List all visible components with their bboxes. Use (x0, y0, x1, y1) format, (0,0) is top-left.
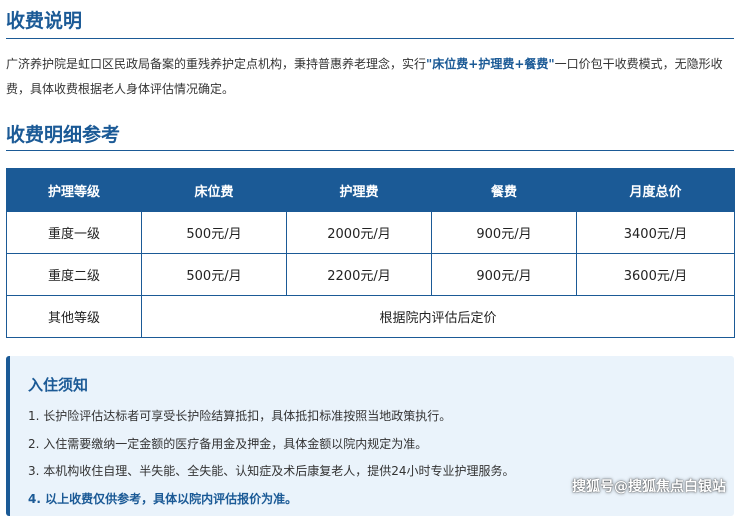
cell-care-level: 重度二级 (7, 254, 142, 296)
section-divider (6, 150, 734, 151)
section-title-fee-description: 收费说明 (6, 6, 82, 33)
header-bed-fee: 床位费 (142, 169, 287, 212)
cell-bed-fee: 500元/月 (142, 212, 287, 254)
header-care-fee: 护理费 (287, 169, 432, 212)
cell-bed-fee: 500元/月 (142, 254, 287, 296)
intro-highlight: "床位费+护理费+餐费" (426, 57, 555, 71)
header-monthly-total: 月度总价 (577, 169, 735, 212)
cell-care-fee: 2000元/月 (287, 212, 432, 254)
table-row: 重度二级 500元/月 2200元/月 900元/月 3600元/月 (7, 254, 735, 296)
table-row: 其他等级 根据院内评估后定价 (7, 296, 735, 338)
table-header-row: 护理等级 床位费 护理费 餐费 月度总价 (7, 169, 735, 212)
section-divider (6, 38, 734, 39)
cell-meal-fee: 900元/月 (432, 254, 577, 296)
cell-care-fee: 2200元/月 (287, 254, 432, 296)
cell-care-level: 其他等级 (7, 296, 142, 338)
list-item: 3. 本机构收住自理、半失能、全失能、认知症及术后康复老人，提供24小时专业护理… (28, 461, 515, 489)
cell-pricing-note: 根据院内评估后定价 (142, 296, 735, 338)
cell-care-level: 重度一级 (7, 212, 142, 254)
table-row: 重度一级 500元/月 2000元/月 900元/月 3400元/月 (7, 212, 735, 254)
cell-monthly-total: 3600元/月 (577, 254, 735, 296)
list-item: 1. 长护险评估达标者可享受长护险结算抵扣，具体抵扣标准按照当地政策执行。 (28, 406, 515, 434)
notice-title: 入住须知 (28, 374, 88, 395)
source-watermark: 搜狐号@搜狐焦点白银站 (572, 476, 726, 496)
header-meal-fee: 餐费 (432, 169, 577, 212)
notice-list: 1. 长护险评估达标者可享受长护险结算抵扣，具体抵扣标准按照当地政策执行。 2.… (28, 406, 515, 516)
cell-monthly-total: 3400元/月 (577, 212, 735, 254)
intro-text-start: 广济养护院是虹口区民政局备案的重残养护定点机构，秉持普惠养老理念，实行 (6, 57, 426, 71)
fee-table: 护理等级 床位费 护理费 餐费 月度总价 重度一级 500元/月 2000元/月… (6, 168, 735, 338)
header-care-level: 护理等级 (7, 169, 142, 212)
list-item: 2. 入住需要缴纳一定金额的医疗备用金及押金，具体金额以院内规定为准。 (28, 434, 515, 462)
cell-meal-fee: 900元/月 (432, 212, 577, 254)
section-title-fee-details: 收费明细参考 (6, 120, 120, 147)
list-item: 4. 以上收费仅供参考，具体以院内评估报价为准。 (28, 489, 515, 516)
fee-intro-paragraph: 广济养护院是虹口区民政局备案的重残养护定点机构，秉持普惠养老理念，实行"床位费+… (6, 52, 734, 102)
